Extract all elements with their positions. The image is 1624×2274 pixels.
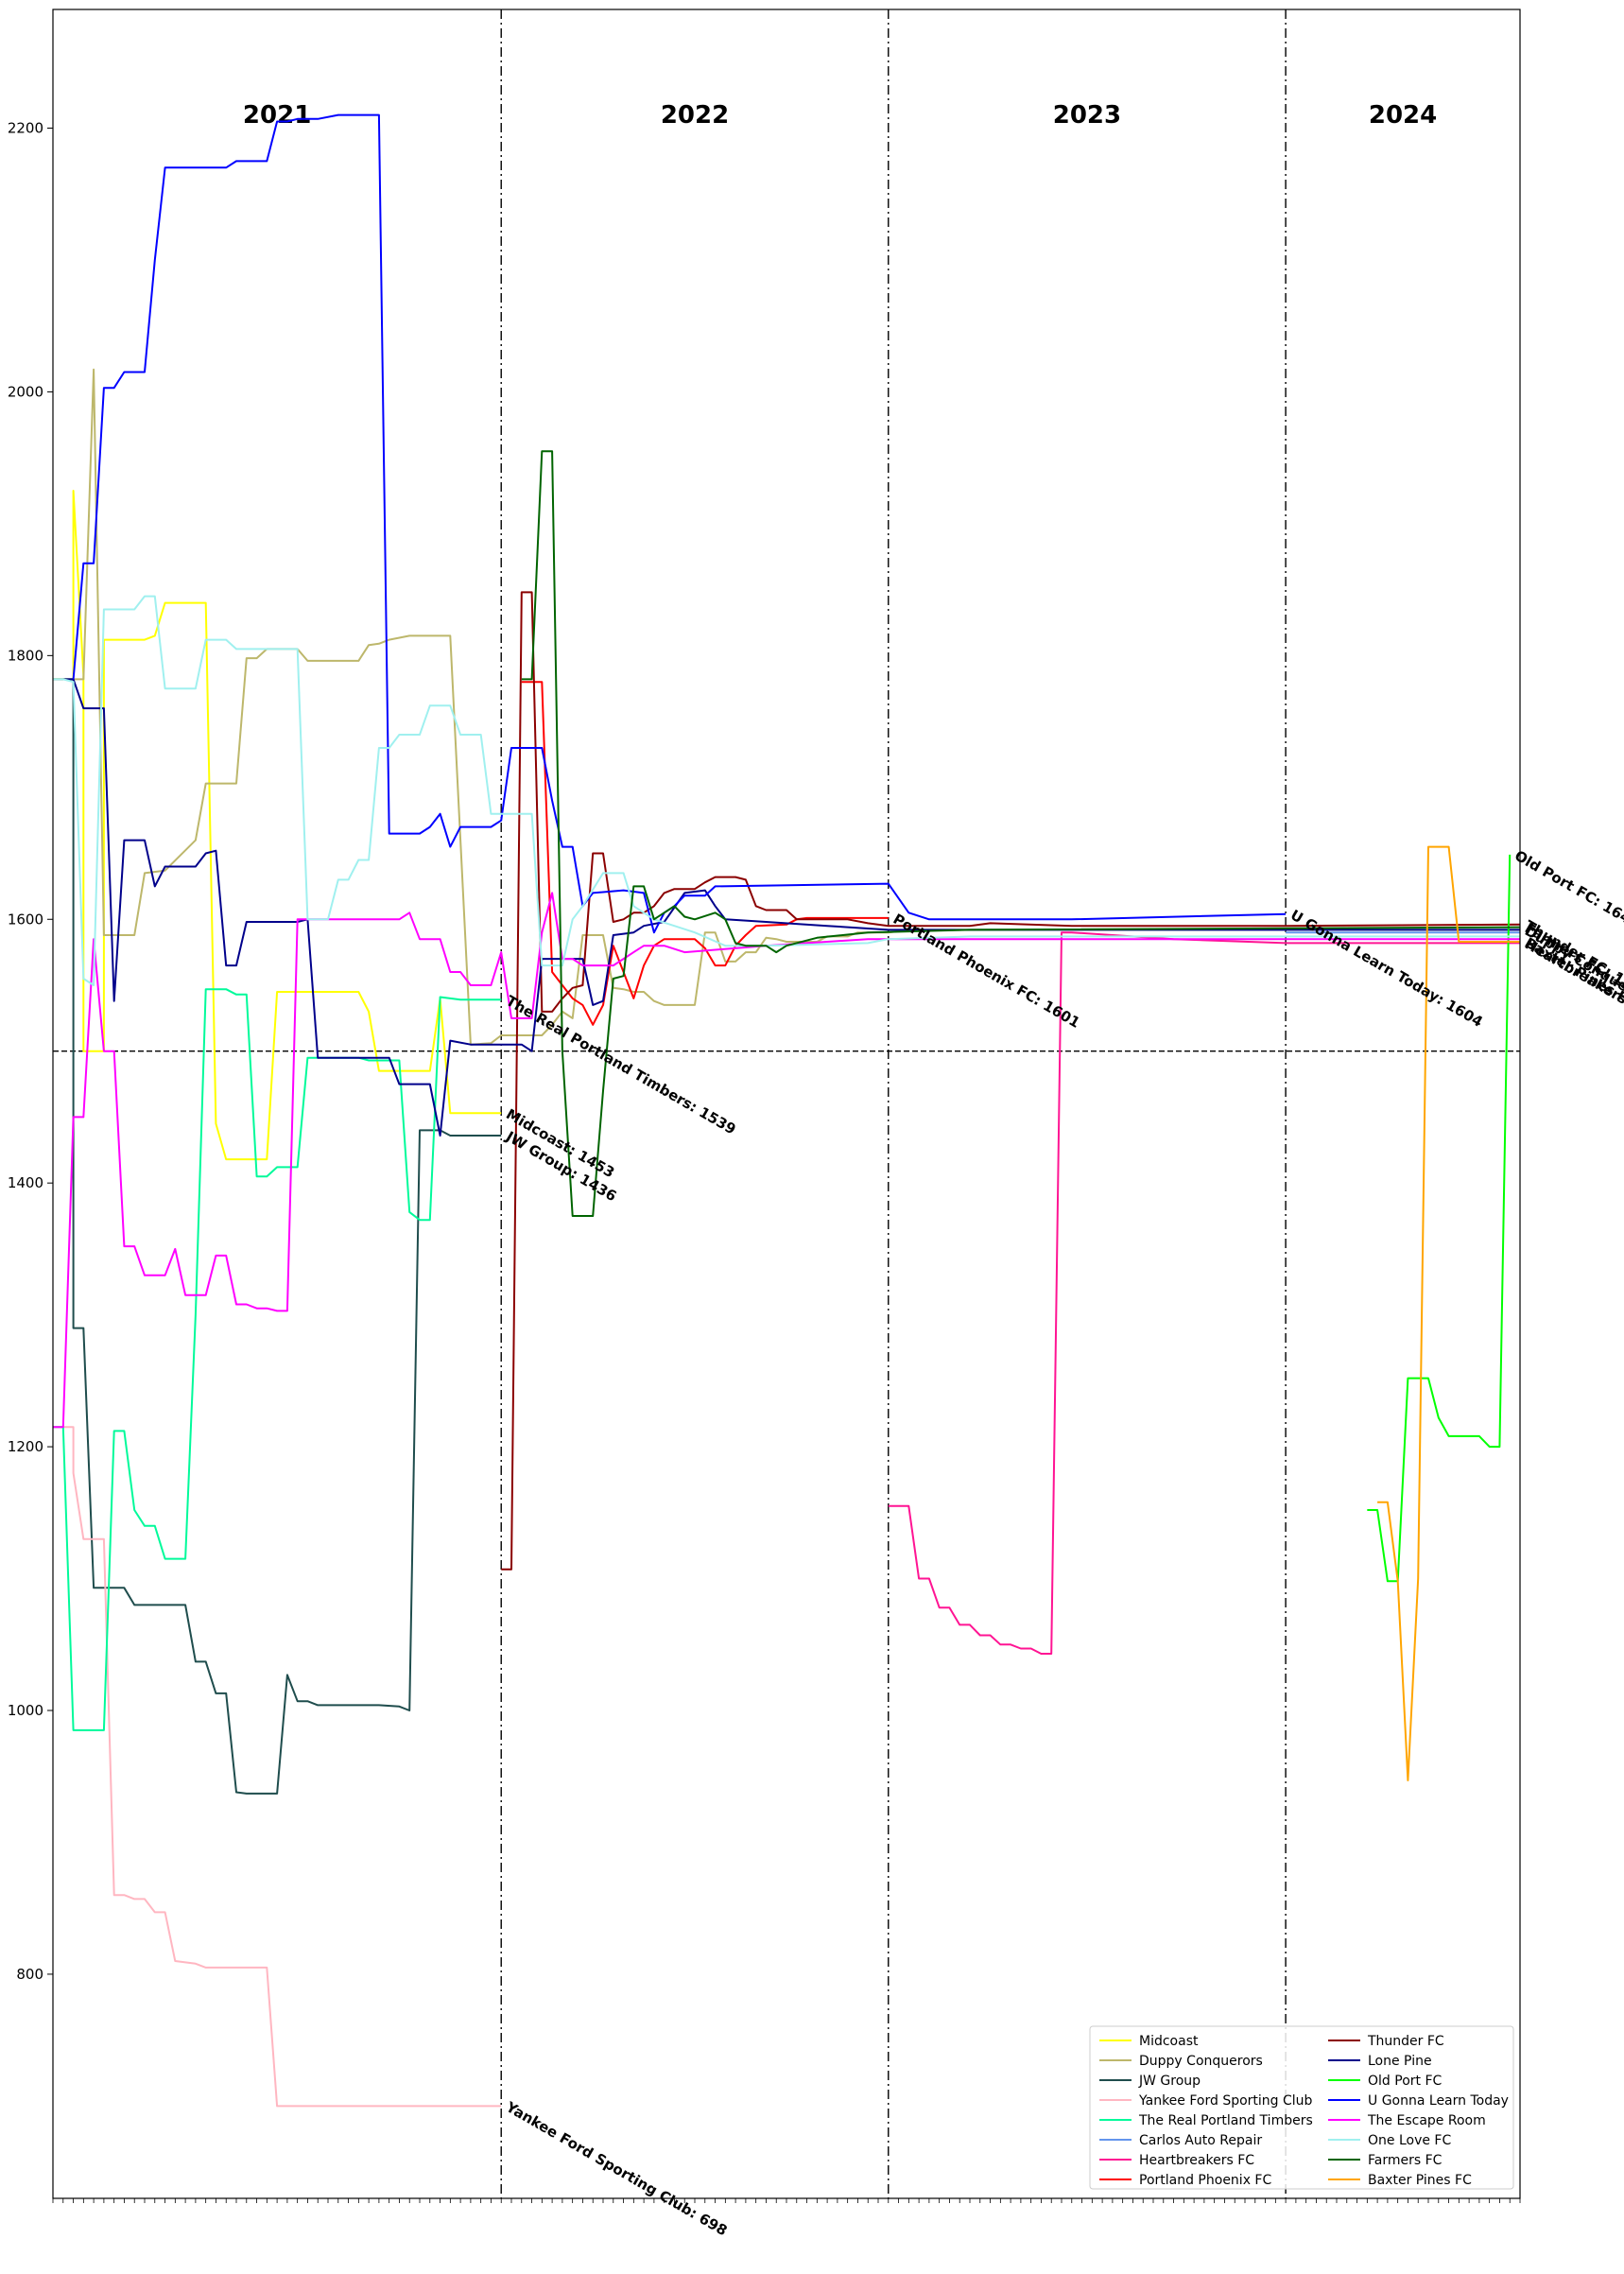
- y-tick-label: 1200: [8, 1438, 43, 1455]
- legend-entry-u-gonna-learn-today: U Gonna Learn Today: [1368, 2093, 1509, 2109]
- season-label-2021: 2021: [243, 101, 311, 130]
- legend-entry-heartbreakers-fc: Heartbreakers FC: [1139, 2153, 1254, 2168]
- legend-entry-duppy-conquerors: Duppy Conquerors: [1139, 2054, 1263, 2069]
- legend-entry-old-port-fc: Old Port FC: [1368, 2074, 1443, 2089]
- legend-entry-lone-pine: Lone Pine: [1368, 2054, 1432, 2069]
- legend-entry-one-love-fc: One Love FC: [1368, 2133, 1451, 2148]
- legend-entry-the-escape-room: The Escape Room: [1367, 2113, 1486, 2128]
- chart-background: [0, 0, 1624, 2274]
- legend-entry-farmers-fc: Farmers FC: [1368, 2153, 1443, 2168]
- season-label-2024: 2024: [1369, 101, 1437, 130]
- legend-entry-carlos-auto-repair: Carlos Auto Repair: [1139, 2133, 1262, 2148]
- y-tick-label: 800: [16, 1966, 43, 1983]
- season-label-2022: 2022: [661, 101, 729, 130]
- y-tick-label: 1600: [8, 911, 43, 928]
- legend-entry-the-real-portland-timbers: The Real Portland Timbers: [1138, 2113, 1313, 2128]
- chart: 800 1000 1200 1400 1600 1800 2000 2200 2021 2022 2…: [0, 0, 1624, 2274]
- legend-entry-thunder-fc: Thunder FC: [1367, 2034, 1444, 2049]
- y-tick-label: 2200: [8, 120, 43, 137]
- y-tick-label: 1000: [8, 1702, 43, 1719]
- legend-entry-midcoast: Midcoast: [1139, 2034, 1199, 2049]
- y-tick-label: 1800: [8, 647, 43, 664]
- legend-entry-portland-phoenix-fc: Portland Phoenix FC: [1139, 2173, 1271, 2188]
- legend: Midcoast Duppy Conquerors JW Group Yankee F…: [1089, 2025, 1514, 2190]
- y-tick-label: 1400: [8, 1174, 43, 1191]
- y-tick-label: 2000: [8, 383, 43, 400]
- season-label-2023: 2023: [1053, 101, 1121, 130]
- legend-entry-yankee-ford-sporting-club: Yankee Ford Sporting Club: [1138, 2093, 1313, 2109]
- legend-entry-jw-group: JW Group: [1138, 2074, 1201, 2089]
- legend-entry-baxter-pines-fc: Baxter Pines FC: [1368, 2173, 1472, 2188]
